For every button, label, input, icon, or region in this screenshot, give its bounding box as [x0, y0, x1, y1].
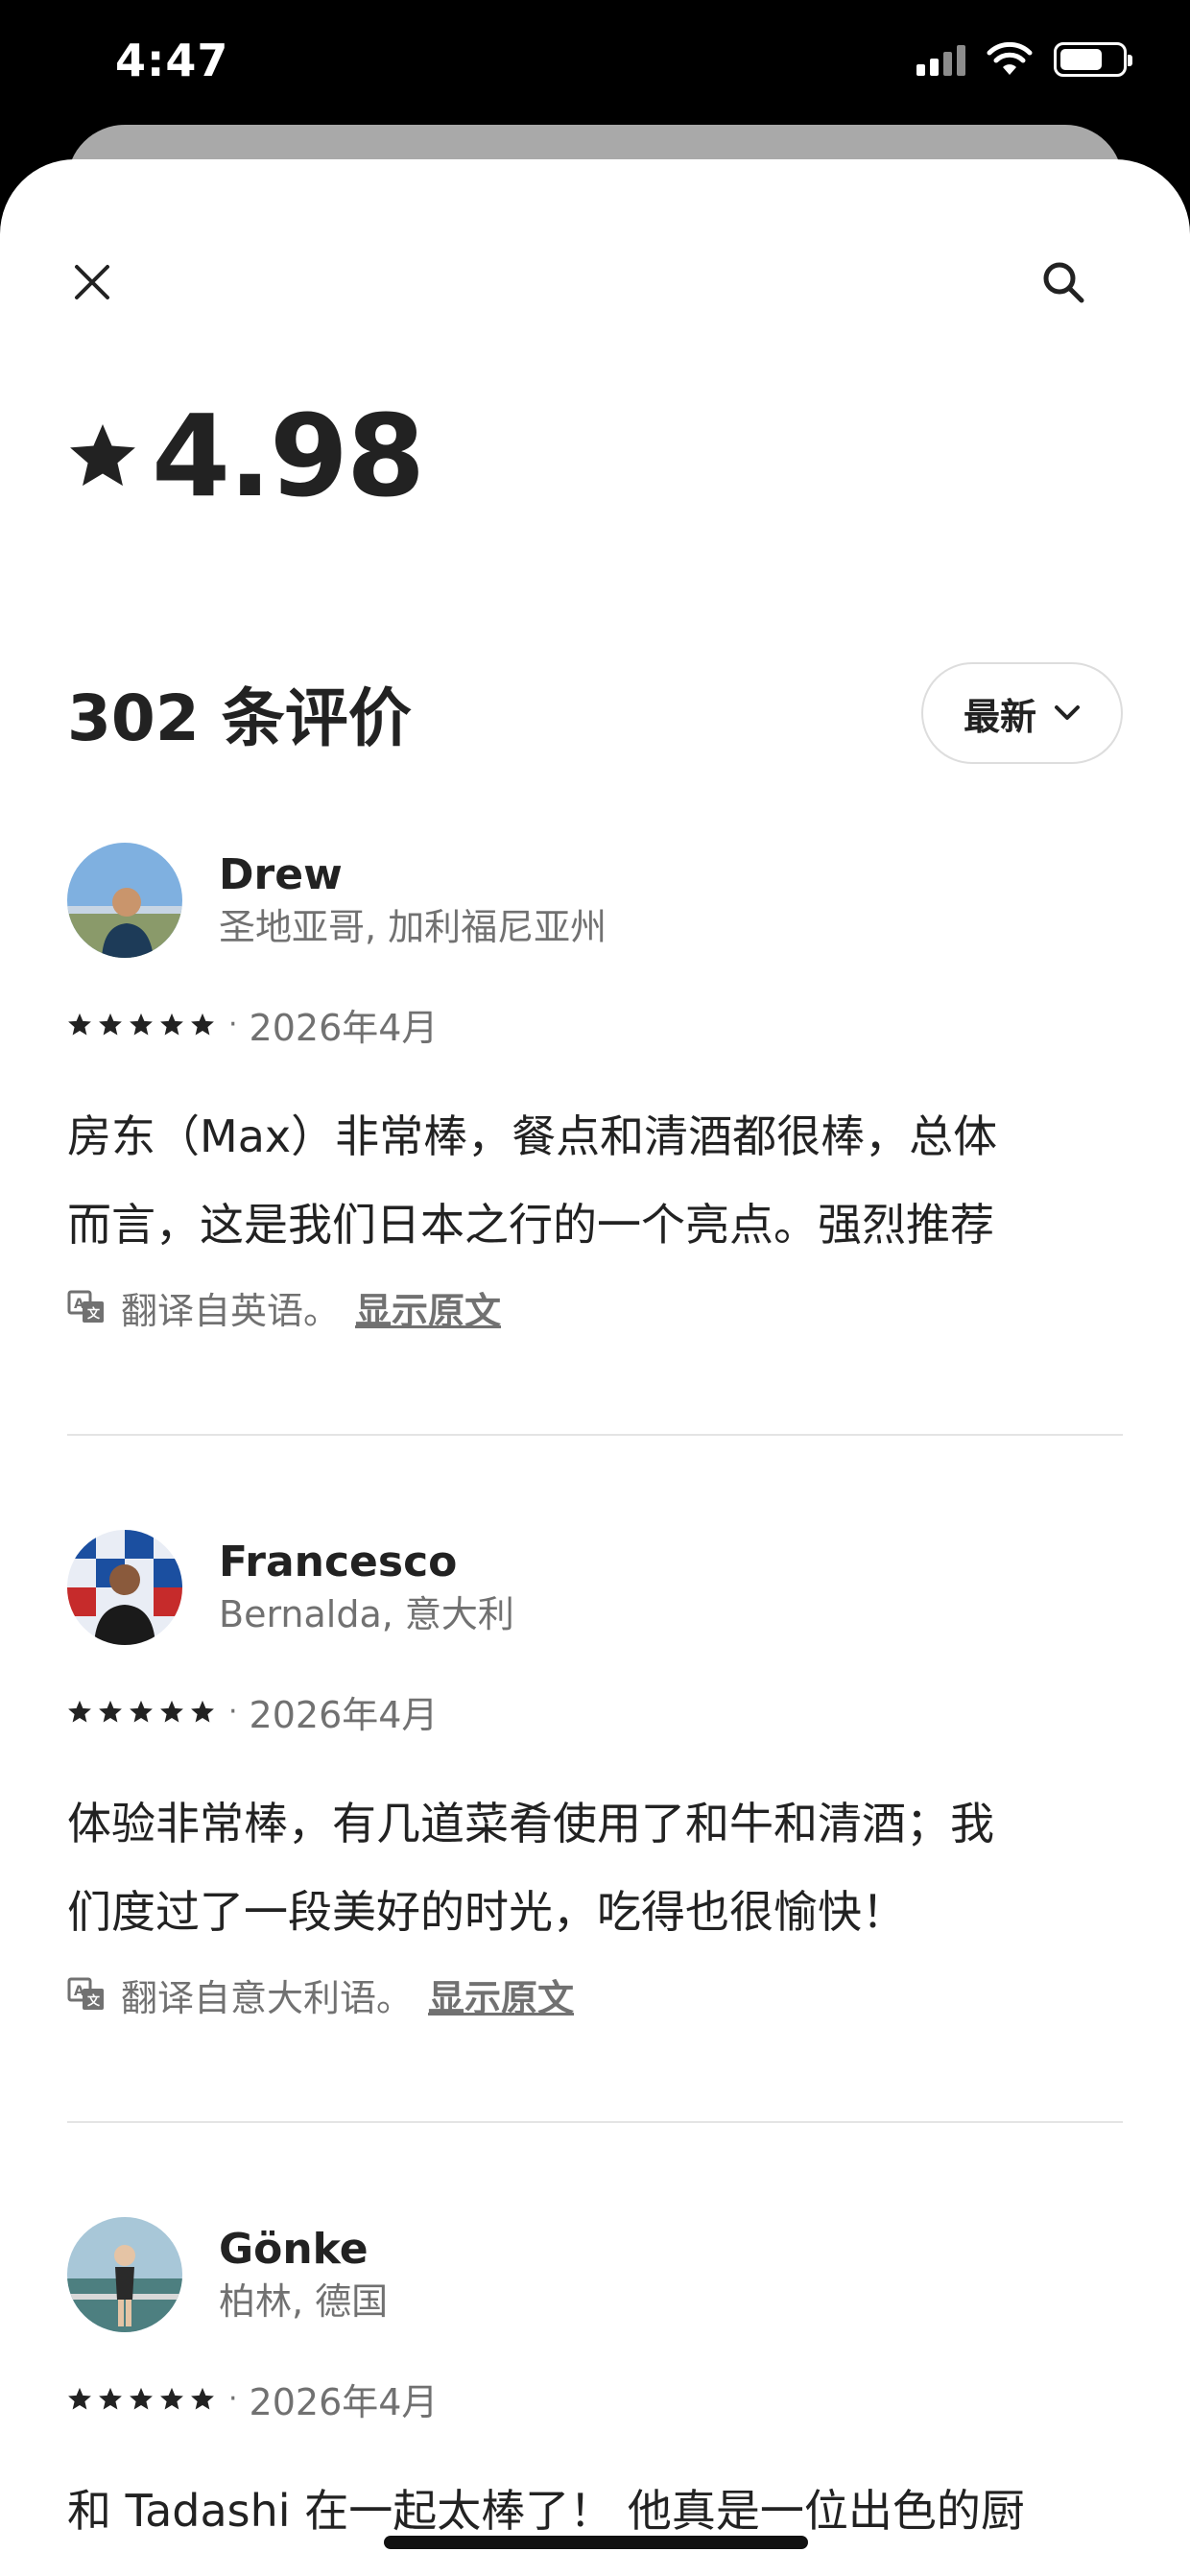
star-icon: [160, 1013, 183, 1035]
reviewer[interactable]: Gönke 柏林, 德国: [67, 2217, 1123, 2332]
meta-separator: ·: [228, 2381, 238, 2416]
star-icon: [68, 2387, 91, 2409]
wifi-icon: [987, 42, 1033, 75]
meta-separator: ·: [228, 1007, 238, 1041]
reviews-sheet: 4.98 302 条评价 最新 Drew 圣地亚哥, 加利福尼亚州 · 2026…: [0, 159, 1190, 2576]
translate-icon: A 文: [67, 1290, 104, 1323]
star-icon: [191, 2387, 214, 2409]
sort-label: 最新: [963, 695, 1036, 738]
sort-dropdown[interactable]: 最新: [921, 662, 1123, 764]
translate-icon: A 文: [67, 1977, 104, 2010]
star-icon: [99, 2387, 122, 2409]
battery-icon: [1054, 42, 1132, 77]
star-icon: [130, 2387, 153, 2409]
svg-text:A: A: [74, 1984, 84, 1999]
reviewer-name: Drew: [219, 849, 343, 899]
show-original-link[interactable]: 显示原文: [428, 1968, 574, 2021]
close-button[interactable]: [54, 244, 131, 321]
review-date: 2026年4月: [249, 1693, 439, 1736]
reviews-header: 302 条评价 最新: [67, 660, 1123, 766]
review-text-line: 们度过了一段美好的时光，吃得也很愉快！: [67, 1886, 906, 1938]
star-rating: [67, 1013, 215, 1037]
review-count: 302 条评价: [67, 681, 412, 755]
translation-note: 翻译自意大利语。: [121, 1976, 414, 2019]
status-time: 4:47: [115, 35, 229, 86]
review-text-line: 而言，这是我们日本之行的一个亮点。强烈推荐: [67, 1199, 994, 1251]
avatar[interactable]: [67, 1530, 182, 1645]
rating-value: 4.98: [152, 390, 425, 522]
star-icon: [130, 1013, 153, 1035]
svg-text:A: A: [74, 1297, 84, 1312]
review-meta: · 2026年4月: [67, 2374, 1123, 2423]
svg-text:文: 文: [87, 1306, 101, 1322]
avatar[interactable]: [67, 843, 182, 958]
reviewer[interactable]: Francesco Bernalda, 意大利: [67, 1530, 1123, 1645]
search-icon: [1043, 262, 1084, 303]
review-item: Gönke 柏林, 德国 · 2026年4月 和 Tadashi 在一起太棒了！…: [67, 2217, 1123, 2555]
review-text-line: 体验非常棒，有几道菜肴使用了和牛和清酒；我: [67, 1798, 994, 1849]
divider: [67, 1434, 1123, 1436]
review-text: 房东（Max）非常棒，餐点和清酒都很棒，总体 而言，这是我们日本之行的一个亮点。…: [67, 1092, 1123, 1269]
star-rating: [67, 1700, 215, 1724]
star-rating: [67, 2387, 215, 2411]
star-icon: [160, 1700, 183, 1722]
reviewer-location: Bernalda, 意大利: [219, 1593, 514, 1635]
overall-rating: 4.98: [67, 390, 425, 522]
star-icon: [160, 2387, 183, 2409]
avatar[interactable]: [67, 2217, 182, 2332]
meta-separator: ·: [228, 1694, 238, 1729]
reviewer-location: 圣地亚哥, 加利福尼亚州: [219, 906, 607, 948]
review-date: 2026年4月: [249, 2380, 439, 2423]
translation-note: 翻译自英语。: [121, 1289, 341, 1332]
reviewer-name: Francesco: [219, 1537, 458, 1586]
reviewer-name: Gönke: [219, 2224, 369, 2274]
review-meta: · 2026年4月: [67, 1687, 1123, 1736]
review-item: Francesco Bernalda, 意大利 · 2026年4月 体验非常棒，…: [67, 1530, 1123, 2023]
reviewer-location: 柏林, 德国: [219, 2280, 389, 2323]
reviewer[interactable]: Drew 圣地亚哥, 加利福尼亚州: [67, 843, 1123, 958]
star-icon: [130, 1700, 153, 1722]
signal-icon: [916, 43, 965, 76]
review-date: 2026年4月: [249, 1006, 439, 1049]
review-text: 体验非常棒，有几道菜肴使用了和牛和清酒；我 们度过了一段美好的时光，吃得也很愉快…: [67, 1779, 1123, 1956]
star-icon: [68, 1700, 91, 1722]
translation-row: A 文 翻译自意大利语。 显示原文: [67, 1966, 1123, 2023]
show-original-link[interactable]: 显示原文: [355, 1281, 501, 1334]
status-icons: [916, 42, 1132, 77]
divider: [67, 2121, 1123, 2123]
review-text-line: 房东（Max）非常棒，餐点和清酒都很棒，总体: [67, 1110, 998, 1162]
close-icon: [75, 265, 109, 299]
star-icon: [191, 1013, 214, 1035]
review-item: Drew 圣地亚哥, 加利福尼亚州 · 2026年4月 房东（Max）非常棒，餐…: [67, 843, 1123, 1336]
search-button[interactable]: [1025, 244, 1102, 321]
star-icon: [70, 424, 135, 487]
translation-row: A 文 翻译自英语。 显示原文: [67, 1278, 1123, 1336]
status-bar: 4:47: [0, 0, 1190, 125]
star-icon: [99, 1013, 122, 1035]
star-icon: [191, 1700, 214, 1722]
home-indicator[interactable]: [384, 2536, 808, 2549]
chevron-down-icon: [1055, 705, 1080, 720]
star-icon: [68, 1013, 91, 1035]
svg-text:文: 文: [87, 1993, 101, 2009]
star-icon: [99, 1700, 122, 1722]
review-meta: · 2026年4月: [67, 1000, 1123, 1049]
